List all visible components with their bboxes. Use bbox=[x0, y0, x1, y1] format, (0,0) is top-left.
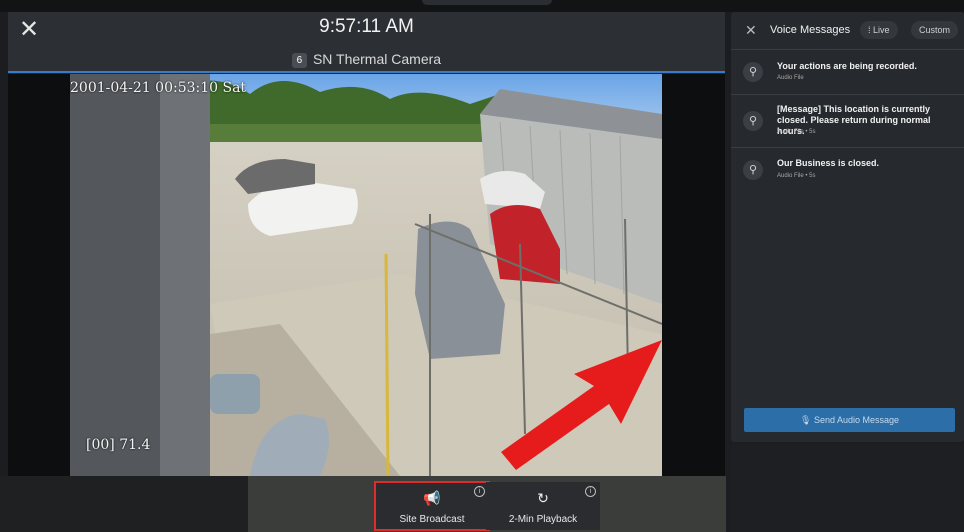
right-bottom-area bbox=[731, 444, 964, 532]
osd-datetime: 2001-04-21 00:53:10 Sat bbox=[70, 80, 247, 96]
close-icon[interactable]: ✕ bbox=[745, 22, 757, 39]
playback-label: 2-Min Playback bbox=[508, 514, 578, 525]
camera-title: 6 SN Thermal Camera bbox=[8, 48, 725, 70]
megaphone-icon: 📢 bbox=[423, 490, 441, 506]
bottom-left-area bbox=[0, 476, 248, 532]
message-meta: Audio File bbox=[777, 75, 804, 81]
tab-live-label: Live bbox=[873, 25, 890, 35]
red-arrow-annotation bbox=[501, 340, 662, 470]
video-frame bbox=[70, 74, 662, 476]
tab-live[interactable]: ⁞ Live bbox=[860, 21, 898, 39]
paperclip-icon: ⚲ bbox=[743, 111, 763, 131]
camera-name: SN Thermal Camera bbox=[312, 51, 442, 67]
send-audio-label: Send Audio Message bbox=[813, 415, 899, 425]
paperclip-icon: ⚲ bbox=[743, 160, 763, 180]
list-item[interactable]: ⚲ [Message] This location is currently c… bbox=[731, 94, 964, 148]
camera-header-divider bbox=[8, 71, 725, 73]
camera-number-badge: 6 bbox=[291, 53, 307, 68]
message-text: Our Business is closed. bbox=[777, 158, 880, 168]
playback-button[interactable]: i ↻ 2-Min Playback bbox=[486, 482, 600, 530]
camera-video-feed[interactable]: 2001-04-21 00:53:10 Sat [00] 71.4 bbox=[8, 74, 725, 476]
site-broadcast-button[interactable]: i 📢 Site Broadcast bbox=[374, 481, 490, 531]
camera-panel: ✕ 9:57:11 AM 6 SN Thermal Camera 2001-04… bbox=[8, 12, 725, 476]
camera-time: 9:57:11 AM bbox=[319, 16, 414, 37]
osd-channel: [00] 71.4 bbox=[86, 437, 151, 453]
voice-messages-title: Voice Messages bbox=[770, 24, 851, 36]
voice-messages-panel: ✕ Voice Messages ⁞ Live Custom ⚲ Your ac… bbox=[731, 12, 964, 442]
camera-header: ✕ 9:57:11 AM 6 SN Thermal Camera bbox=[8, 12, 725, 73]
tab-custom[interactable]: Custom bbox=[911, 21, 959, 39]
microphone-icon: 🎙 bbox=[800, 415, 814, 425]
list-item[interactable]: ⚲ Our Business is closed. Audio File • 5… bbox=[731, 147, 964, 188]
message-meta: Audio File • 5s bbox=[777, 173, 816, 179]
send-audio-message-button[interactable]: 🎙 Send Audio Message bbox=[744, 408, 955, 432]
message-meta: Audio File • 5s bbox=[777, 129, 816, 135]
paperclip-icon: ⚲ bbox=[743, 62, 763, 82]
top-handle bbox=[422, 0, 552, 5]
list-item[interactable]: ⚲ Your actions are being recorded. Audio… bbox=[731, 49, 964, 95]
site-broadcast-label: Site Broadcast bbox=[399, 514, 465, 525]
message-text: Your actions are being recorded. bbox=[777, 61, 917, 71]
replay-icon: ↻ bbox=[537, 490, 549, 506]
